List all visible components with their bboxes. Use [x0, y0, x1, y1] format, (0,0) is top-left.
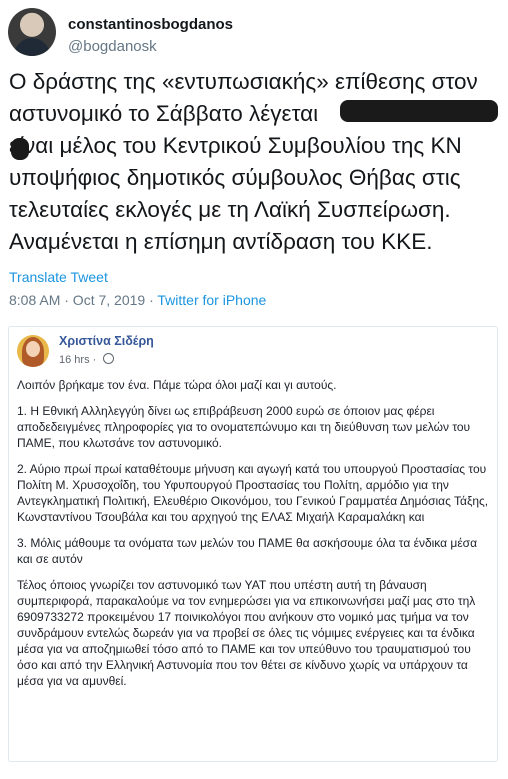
post-author-avatar[interactable] — [17, 335, 49, 367]
post-body: Λοιπόν βρήκαμε τον ένα. Πάμε τώρα όλοι μ… — [17, 377, 491, 699]
author-handle[interactable]: @bogdanosk — [68, 38, 157, 55]
tweet-text: Ο δράστης της «εντυπωσιακής» επίθεσης στ… — [9, 69, 478, 254]
post-paragraph: Λοιπόν βρήκαμε τον ένα. Πάμε τώρα όλοι μ… — [17, 378, 337, 392]
tweet-source-link[interactable]: Twitter for iPhone — [157, 292, 266, 308]
post-paragraph: 1. Η Εθνική Αλληλεγγύη δίνει ως επιβράβε… — [17, 404, 471, 450]
post-time: 16 hrs · — [59, 353, 115, 366]
redaction-mark — [11, 138, 29, 160]
tweet-header: constantinosbogdanos @bogdanosk — [8, 8, 498, 60]
redaction-mark — [340, 100, 498, 122]
post-author-name[interactable]: Χριστίνα Σιδέρη — [59, 334, 154, 348]
tweet-timestamp[interactable]: 8:08 AM · Oct 7, 2019 · — [9, 292, 157, 308]
author-display-name[interactable]: constantinosbogdanos — [68, 16, 233, 33]
post-paragraph: 2. Αύριο πρωί πρωί καταθέτουμε μήνυση κα… — [17, 462, 489, 524]
post-paragraph: 3. Μόλις μάθουμε τα ονόματα των μελών το… — [17, 536, 478, 566]
embedded-facebook-post: Χριστίνα Σιδέρη 16 hrs · Λοιπόν βρήκαμε … — [8, 326, 498, 762]
globe-icon — [103, 353, 115, 364]
author-avatar[interactable] — [8, 8, 56, 56]
translate-tweet-link[interactable]: Translate Tweet — [9, 269, 108, 285]
post-paragraph: Τέλος όποιος γνωρίζει τον αστυνομικό των… — [17, 578, 476, 688]
post-timestamp[interactable]: 16 hrs · — [59, 354, 99, 366]
tweet-meta: 8:08 AM · Oct 7, 2019 · Twitter for iPho… — [9, 292, 266, 308]
